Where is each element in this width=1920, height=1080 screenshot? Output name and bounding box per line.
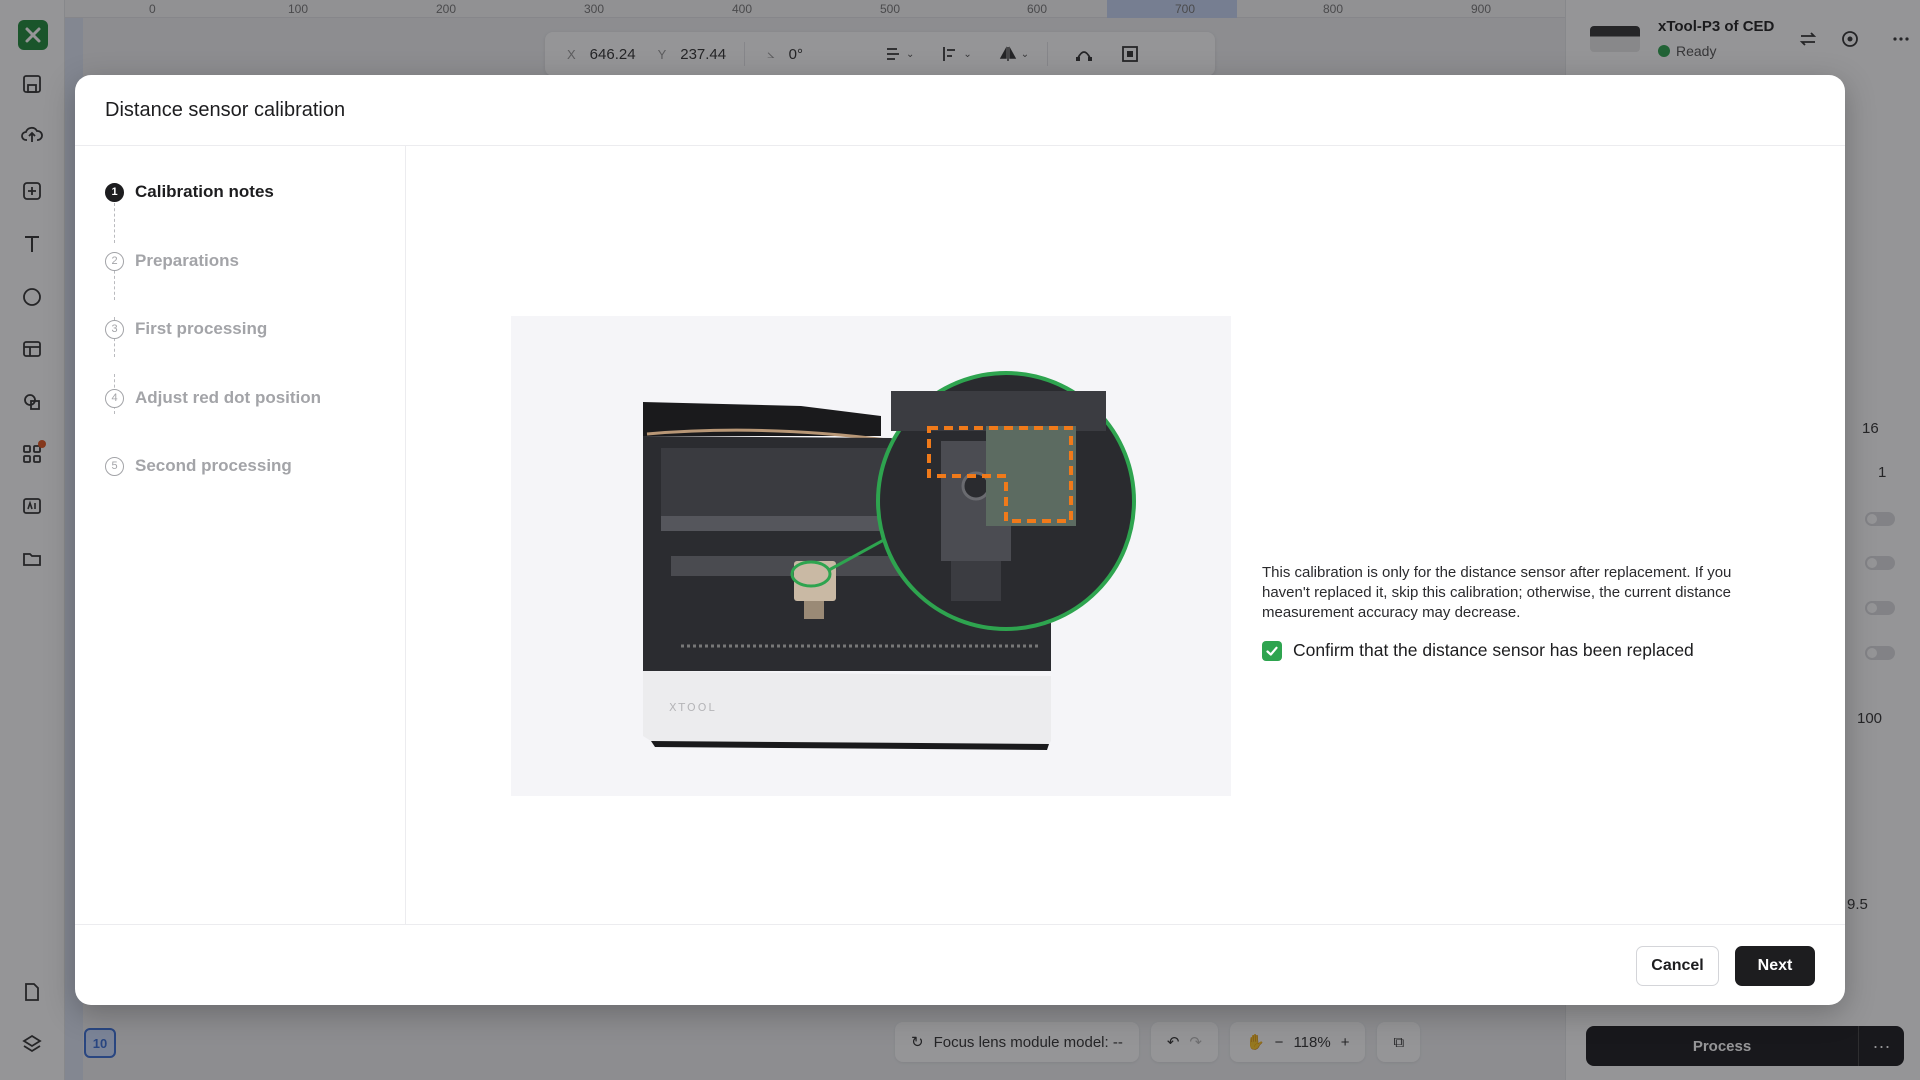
step-connector [114,203,115,243]
confirm-replaced-checkbox[interactable]: Confirm that the distance sensor has bee… [1262,640,1694,661]
next-button[interactable]: Next [1735,946,1815,986]
dialog-footer: Cancel Next [75,924,1845,1005]
step-label: Calibration notes [135,182,274,201]
calibration-description: This calibration is only for the distanc… [1262,564,1732,621]
step-label: Second processing [135,456,292,475]
step-preparations: 2 Preparations [105,251,239,271]
step-adjust-red-dot: 4 Adjust red dot position [105,388,321,408]
step-number: 1 [105,182,124,202]
step-number: 4 [105,388,124,408]
step-label: Adjust red dot position [135,388,322,407]
confirm-label: Confirm that the distance sensor has bee… [1293,640,1694,660]
dialog-header: Distance sensor calibration [75,75,1845,146]
step-label: Preparations [135,251,239,270]
dialog-title: Distance sensor calibration [105,99,346,121]
step-number: 2 [105,251,124,271]
step-label: First processing [135,319,268,338]
step-number: 3 [105,319,124,339]
step-first-processing: 3 First processing [105,319,267,339]
step-calibration-notes: 1 Calibration notes [105,182,274,202]
machine-illustration: XTOOL [511,316,1231,796]
laser-machine-image: XTOOL [643,371,1136,750]
machine-brand: XTOOL [669,701,717,714]
checkbox-checked-icon[interactable] [1262,640,1282,661]
calibration-dialog: Distance sensor calibration 1 Calibratio… [75,75,1845,1005]
step-number: 5 [105,456,124,476]
step-list: 1 Calibration notes 2 Preparations 3 Fir… [75,146,406,924]
step-second-processing: 5 Second processing [105,456,292,476]
step-content: XTOOL This calibration is only for the d… [406,146,1845,924]
cancel-button[interactable]: Cancel [1636,946,1719,986]
